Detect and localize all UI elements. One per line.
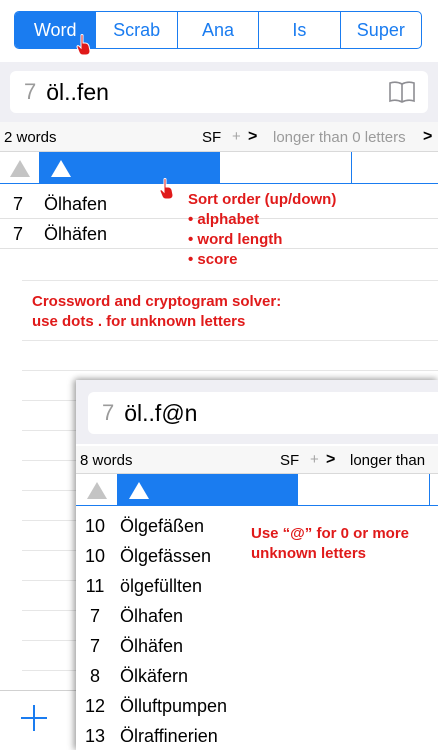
annotation-line: unknown letters	[251, 545, 367, 562]
toolbar-divider	[0, 690, 76, 691]
word-length: 11	[85, 576, 105, 596]
inset-chevron-right-icon[interactable]: >	[326, 451, 335, 469]
list-divider	[22, 370, 438, 371]
sort-up-active-icon	[128, 481, 149, 499]
sort-alphabet-button[interactable]	[40, 152, 220, 184]
segment-ana[interactable]: Ana	[176, 12, 258, 48]
filter-chevron-right-icon[interactable]: >	[423, 128, 432, 146]
annotation-line: Crossword and cryptogram solver:	[32, 293, 282, 310]
word-length: 7	[89, 636, 100, 656]
list-divider	[22, 280, 438, 281]
search-query: öl..fen	[46, 78, 109, 105]
word-text: ölgefüllten	[120, 576, 203, 596]
sort-score-button[interactable]	[352, 152, 438, 184]
inset-sort-length-button[interactable]	[76, 474, 118, 506]
segment-scrab[interactable]: Scrab	[95, 12, 176, 48]
dictionary-book-icon[interactable]	[388, 80, 416, 104]
annotation-sort-item: • alphabet	[188, 211, 260, 228]
inset-search-query: öl..f@n	[124, 399, 198, 426]
word-text: Ölkäfern	[120, 666, 189, 686]
word-text: Ölluftpumpen	[120, 696, 228, 716]
table-row[interactable]: 13 Ölraffinerien	[76, 721, 438, 750]
annotation-sort-order: Sort order (up/down) • alphabet • word l…	[188, 190, 336, 270]
inset-plus-toggle[interactable]: +	[310, 451, 319, 468]
inset-sort-bar	[76, 474, 438, 506]
word-text: Ölhäfen	[120, 636, 184, 656]
inset-word-count: 8 words	[80, 452, 133, 469]
annotation-at-sign: Use “@” for 0 or more unknown letters	[251, 524, 409, 564]
word-length: 8	[89, 666, 100, 686]
segment-super[interactable]: Super	[339, 12, 421, 48]
inset-search-length: 7	[102, 400, 115, 425]
word-length: 7	[12, 224, 23, 244]
add-icon[interactable]	[18, 702, 50, 734]
annotation-line: use dots . for unknown letters	[32, 313, 246, 330]
inset-search-area: 7 öl..f@n	[76, 380, 438, 444]
table-row[interactable]: 8 Ölkäfern	[76, 661, 438, 691]
hand-pointer-icon	[76, 34, 91, 56]
search-length: 7	[24, 79, 37, 104]
segment-is[interactable]: Is	[258, 12, 339, 48]
word-text: Ölgefäßen	[120, 516, 205, 536]
chevron-right-icon[interactable]: >	[248, 128, 257, 146]
search-area: 7 öl..fen	[0, 62, 438, 122]
word-length: 10	[84, 516, 106, 536]
table-row[interactable]: 7 Ölhäfen	[76, 631, 438, 661]
search-input[interactable]: 7 öl..fen	[10, 71, 428, 113]
annotation-crossword: Crossword and cryptogram solver: use dot…	[32, 292, 281, 332]
sort-bar	[0, 152, 438, 184]
word-length: 12	[84, 696, 106, 716]
word-length: 10	[84, 546, 106, 566]
length-filter[interactable]: longer than 0 letters	[273, 129, 406, 146]
sort-length-button[interactable]	[0, 152, 40, 184]
word-length: 13	[84, 726, 106, 746]
word-text: Ölgefässen	[120, 546, 212, 566]
sort-up-icon	[86, 481, 107, 499]
word-count: 2 words	[4, 129, 57, 146]
inset-length-filter[interactable]: longer than	[350, 452, 425, 469]
sort-up-icon	[9, 159, 30, 177]
annotation-sort-title: Sort order (up/down)	[188, 191, 337, 208]
inset-sort-alphabet-button[interactable]	[118, 474, 298, 506]
word-text: Ölhafen	[44, 194, 108, 214]
word-text: Ölhafen	[120, 606, 184, 626]
results-info-bar: 2 words SF + > longer than 0 letters >	[0, 122, 438, 152]
annotation-line: Use “@” for 0 or more	[251, 525, 409, 542]
table-row[interactable]: 7 Ölhafen	[76, 601, 438, 631]
list-divider	[22, 340, 438, 341]
inset-search-input[interactable]: 7 öl..f@n	[88, 392, 438, 434]
word-text: Ölraffinerien	[120, 726, 218, 746]
table-row[interactable]: 11 ölgefüllten	[76, 571, 438, 601]
table-row[interactable]: 12 Ölluftpumpen	[76, 691, 438, 721]
inset-sort-column-empty[interactable]	[298, 474, 430, 506]
sort-up-active-icon	[50, 159, 71, 177]
word-length: 7	[89, 606, 100, 626]
inset-sf-toggle[interactable]: SF	[280, 452, 299, 469]
annotation-sort-item: • word length	[188, 231, 283, 248]
sf-toggle[interactable]: SF	[202, 129, 221, 146]
plus-toggle[interactable]: +	[232, 128, 241, 145]
annotation-sort-item: • score	[188, 251, 238, 268]
word-length: 7	[12, 194, 23, 214]
example-inset-screen: 7 öl..f@n 8 words SF + > longer than 10 …	[76, 380, 438, 750]
sort-column-empty[interactable]	[220, 152, 352, 184]
inset-results-info-bar: 8 words SF + > longer than	[76, 446, 438, 474]
inset-sort-score-button[interactable]	[430, 474, 438, 506]
hand-pointer-icon	[159, 178, 174, 200]
word-text: Ölhäfen	[44, 224, 108, 244]
